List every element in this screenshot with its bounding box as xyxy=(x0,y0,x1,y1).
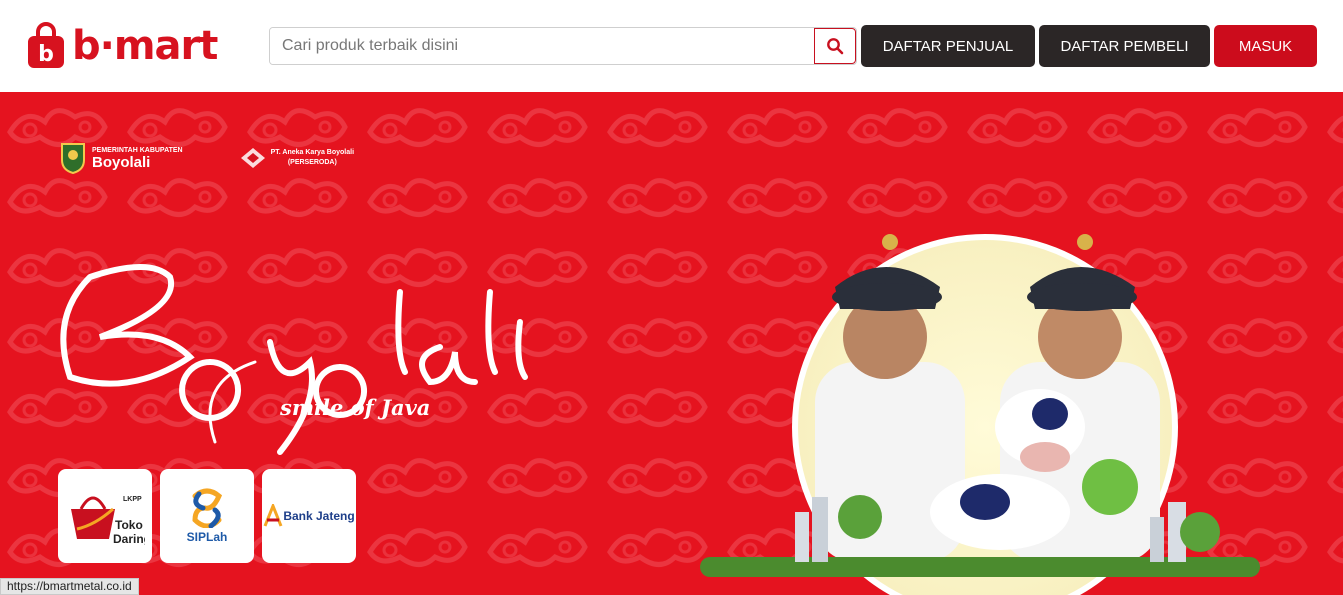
toko-daring-line1: Toko xyxy=(115,518,143,532)
site-header: b b·mart DAFTAR PENJUAL DAFTAR PEMBELI M… xyxy=(0,0,1343,92)
partner-bank-jateng[interactable]: Bank Jateng xyxy=(262,469,356,563)
toko-daring-line2: Daring xyxy=(113,532,145,546)
company-emblem-icon xyxy=(240,148,265,168)
bank-jateng-label: Bank Jateng xyxy=(283,509,355,523)
gov-logo-line2: Boyolali xyxy=(92,153,151,171)
siplah-label: SIPLah xyxy=(186,530,228,544)
company-logo-line2: (PERSERODA) xyxy=(287,159,337,166)
company-logo: PT. Aneka Karya Boyolali (PERSERODA) xyxy=(239,146,354,170)
partner-toko-daring[interactable]: LKPP Toko Daring xyxy=(58,469,152,563)
toko-daring-logo-icon: LKPP Toko Daring xyxy=(71,496,145,546)
company-logo-line1: PT. Aneka Karya Boyolali xyxy=(270,149,355,156)
search-input[interactable] xyxy=(270,28,814,64)
boyolali-government-logo: PEMERINTAH KABUPATEN Boyolali xyxy=(60,142,183,174)
government-logos: PEMERINTAH KABUPATEN Boyolali PT. Aneka … xyxy=(60,142,354,174)
register-buyer-button[interactable]: DAFTAR PEMBELI xyxy=(1039,25,1210,67)
register-seller-button[interactable]: DAFTAR PENJUAL xyxy=(861,25,1035,67)
bank-jateng-logo-icon xyxy=(263,504,283,527)
svg-text:b: b xyxy=(38,42,54,67)
hero-banner[interactable]: smile of Java PEMERINTAH KABUPATEN Boyol… xyxy=(0,92,1343,595)
lkpp-badge: LKPP xyxy=(123,496,142,503)
siplah-logo-icon xyxy=(192,488,223,528)
search-bar xyxy=(269,27,857,65)
status-bar-url: https://bmartmetal.co.id xyxy=(0,578,139,595)
shopping-bag-icon: b xyxy=(28,22,64,68)
coat-of-arms-icon xyxy=(61,143,85,174)
search-button[interactable] xyxy=(814,28,856,64)
brand-logo[interactable]: b b·mart xyxy=(26,22,218,70)
tagline-art: smile of Java xyxy=(279,395,430,420)
brand-name: b·mart xyxy=(72,23,218,69)
login-button[interactable]: MASUK xyxy=(1214,25,1317,67)
partner-siplah[interactable]: SIPLah xyxy=(160,469,254,563)
search-icon xyxy=(827,38,844,55)
